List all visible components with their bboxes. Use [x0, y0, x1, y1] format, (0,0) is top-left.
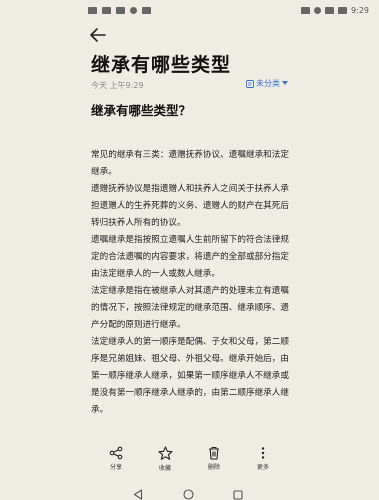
share-button[interactable]: 分享: [96, 446, 136, 480]
note-title[interactable]: 继承有哪些类型: [91, 50, 231, 77]
status-bar: 9:29: [0, 0, 379, 20]
back-button[interactable]: [88, 25, 108, 45]
status-bar-system: 9:29: [301, 6, 369, 15]
delete-label: 删除: [207, 464, 220, 471]
note-paragraph: 遗赠抚养协议是指遗赠人和扶养人之间关于扶养人承担遗赠人的生养死葬的义务、遗赠人的…: [91, 184, 289, 228]
favorite-label: 收藏: [158, 465, 171, 472]
note-body[interactable]: 继承有哪些类型？ 常见的继承有三类：遗赠抚养协议、遗嘱继承和法定继承。 遗赠抚养…: [91, 100, 289, 419]
more-label: 更多: [256, 464, 269, 471]
favorite-button[interactable]: 收藏: [145, 446, 185, 480]
nav-back-button[interactable]: [133, 485, 143, 500]
nav-back-triangle-icon: [133, 489, 143, 500]
nfc-icon: [301, 6, 311, 14]
delete-button[interactable]: 删除: [194, 446, 234, 480]
category-label: 未分类: [256, 79, 280, 88]
notification-icon: [88, 6, 97, 14]
alarm-icon: [314, 6, 322, 14]
status-time: 9:29: [351, 5, 369, 15]
share-icon: [109, 446, 123, 460]
share-label: 分享: [109, 464, 122, 471]
battery-icon: [338, 6, 348, 14]
notification-icon: [102, 6, 111, 14]
note-heading: 继承有哪些类型？: [91, 103, 192, 118]
nav-home-circle-icon: [183, 489, 194, 500]
more-vertical-icon: [261, 447, 265, 459]
trash-icon: [209, 446, 219, 460]
nav-home-button[interactable]: [183, 485, 194, 500]
status-bar-notifications: [88, 6, 151, 14]
more-button[interactable]: 更多: [243, 446, 283, 480]
dropdown-triangle-icon: [282, 81, 288, 85]
notification-icon: [130, 6, 137, 14]
note-paragraph: 遗嘱继承是指按照立遗嘱人生前所留下的符合法律规定的合法遗嘱的内容要求，将遗产的全…: [91, 235, 289, 279]
note-paragraph: 法定继承人的第一顺序是配偶、子女和父母，第二顺序是兄弟姐妹、祖父母、外祖父母。继…: [91, 337, 289, 415]
category-selector[interactable]: 未分类: [246, 78, 288, 89]
notes-app-screen: 9:29 继承有哪些类型 今天 上午9:29 未分类 继承有哪些类型？ 常见的继…: [0, 0, 379, 500]
folder-icon: [246, 79, 254, 88]
nav-recents-square-icon: [233, 490, 243, 500]
nav-recents-button[interactable]: [233, 485, 243, 500]
notification-icon: [142, 6, 151, 14]
back-arrow-icon: [90, 28, 106, 42]
notification-icon: [116, 6, 125, 14]
wifi-icon: [325, 6, 335, 14]
note-paragraph: 常见的继承有三类：遗赠抚养协议、遗嘱继承和法定继承。: [91, 150, 289, 177]
system-nav-bar: [0, 482, 379, 500]
bottom-toolbar: 分享 收藏 删除 更多: [0, 446, 379, 480]
star-icon: [157, 446, 173, 460]
note-paragraph: 法定继承是指在被继承人对其遗产的处理未立有遗嘱的情况下，按照法律规定的继承范围、…: [91, 286, 289, 330]
